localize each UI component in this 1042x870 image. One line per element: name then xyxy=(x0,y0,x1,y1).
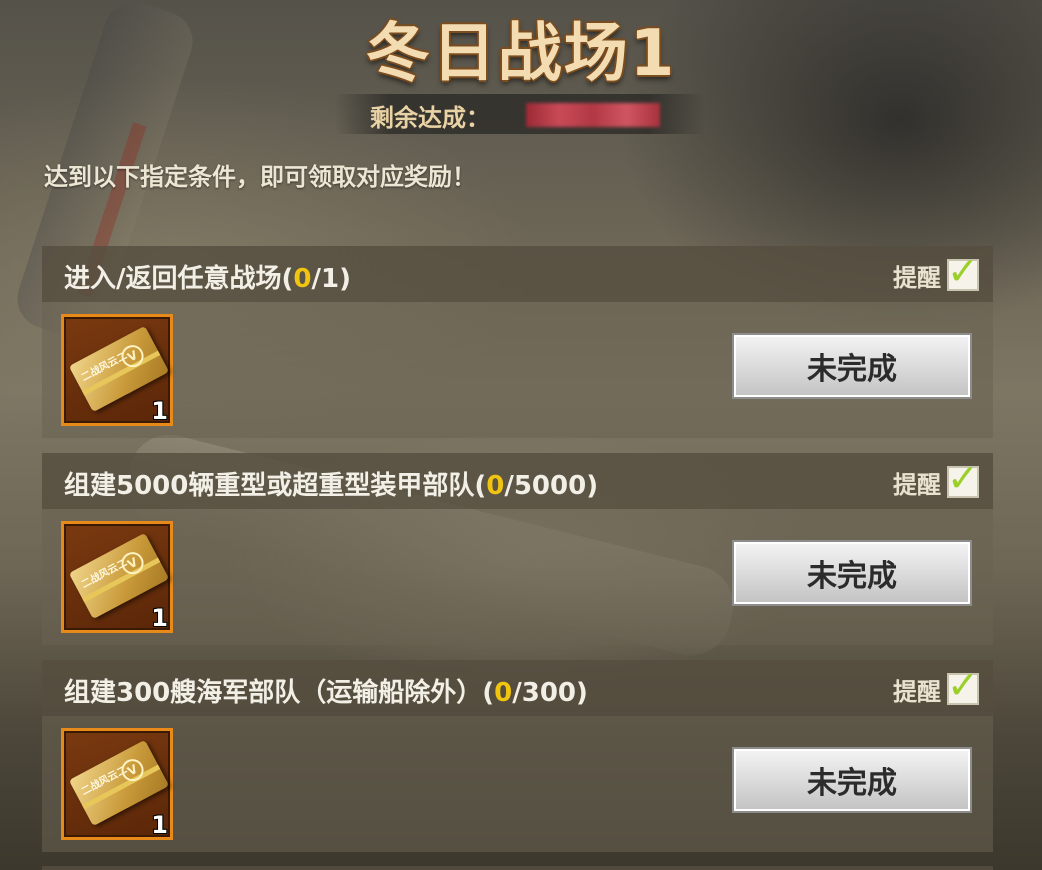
task-body: 二战风云二 V 1 未完成 xyxy=(42,302,993,438)
task-progress-current: 0 xyxy=(486,471,505,501)
task-title: 进入/返回任意战场(0/1) xyxy=(64,264,351,294)
reward-count: 1 xyxy=(151,397,168,425)
remind-toggle[interactable]: 提醒 ✓ xyxy=(893,251,979,292)
remaining-value-redacted xyxy=(526,103,660,127)
reward-item[interactable]: 二战风云二 V 1 xyxy=(61,521,173,633)
status-button[interactable]: 未完成 xyxy=(732,333,972,399)
task-title: 组建300艘海军部队（运输船除外）(0/300) xyxy=(64,678,588,708)
task-body: 二战风云二 V 1 未完成 xyxy=(42,716,993,852)
remind-label: 提醒 xyxy=(893,677,941,706)
coin-icon: V xyxy=(117,755,148,786)
task-header: 组建5000辆重型或超重型装甲部队(0/5000) 提醒 ✓ xyxy=(42,453,993,509)
status-button[interactable]: 未完成 xyxy=(732,540,972,606)
reward-item[interactable]: 二战风云二 V 1 xyxy=(61,314,173,426)
reward-count: 1 xyxy=(151,811,168,839)
task-card: 进入/返回任意战场(0/1) 提醒 ✓ 二战风云二 V 1 未完成 xyxy=(42,246,993,438)
remind-checkbox[interactable]: ✓ xyxy=(947,665,979,705)
remind-toggle[interactable]: 提醒 ✓ xyxy=(893,665,979,706)
task-header: 组建300艘海军部队（运输船除外）(0/300) 提醒 ✓ xyxy=(42,660,993,716)
task-card: 组建300艘海军部队（运输船除外）(0/300) 提醒 ✓ 二战风云二 V 1 … xyxy=(42,660,993,852)
reward-item[interactable]: 二战风云二 V 1 xyxy=(61,728,173,840)
remind-checkbox[interactable]: ✓ xyxy=(947,251,979,291)
instruction-text: 达到以下指定条件，即可领取对应奖励！ xyxy=(44,163,476,191)
coin-icon: V xyxy=(117,341,148,372)
coin-icon: V xyxy=(117,548,148,579)
next-task-header-partial xyxy=(42,866,993,870)
task-progress-current: 0 xyxy=(494,678,513,708)
task-header: 进入/返回任意战场(0/1) 提醒 ✓ xyxy=(42,246,993,302)
check-icon: ✓ xyxy=(947,663,979,707)
page-title: 冬日战场1 xyxy=(365,17,677,91)
remaining-label: 剩余达成： xyxy=(370,104,490,132)
task-card: 组建5000辆重型或超重型装甲部队(0/5000) 提醒 ✓ 二战风云二 V 1… xyxy=(42,453,993,645)
remind-toggle[interactable]: 提醒 ✓ xyxy=(893,458,979,499)
status-button[interactable]: 未完成 xyxy=(732,747,972,813)
remind-label: 提醒 xyxy=(893,470,941,499)
remind-checkbox[interactable]: ✓ xyxy=(947,458,979,498)
check-icon: ✓ xyxy=(947,456,979,500)
task-title: 组建5000辆重型或超重型装甲部队(0/5000) xyxy=(64,471,599,501)
remind-label: 提醒 xyxy=(893,263,941,292)
reward-count: 1 xyxy=(151,604,168,632)
task-progress-current: 0 xyxy=(293,264,312,294)
check-icon: ✓ xyxy=(947,249,979,293)
task-body: 二战风云二 V 1 未完成 xyxy=(42,509,993,645)
